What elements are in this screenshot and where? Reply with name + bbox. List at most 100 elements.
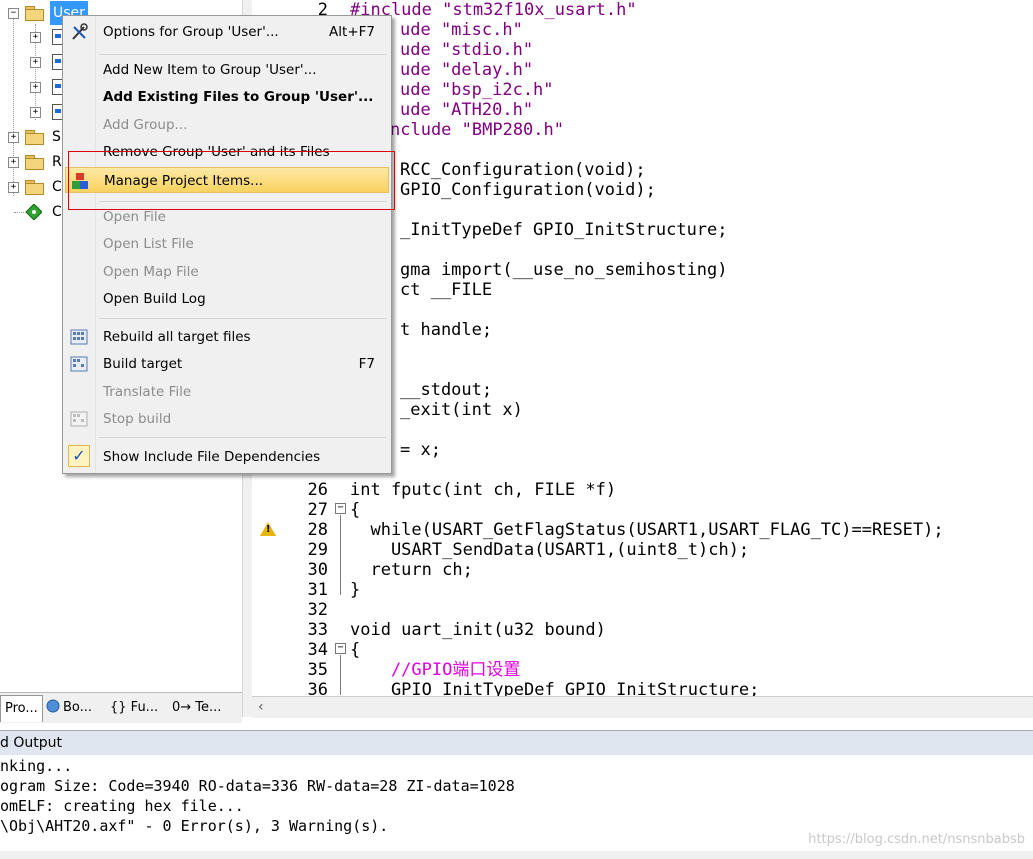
menu-item-build-target[interactable]: Build target F7 [65, 351, 389, 377]
tab-templates[interactable]: 0→ Te... [172, 695, 221, 721]
line-code: #include "stm32f10x_usart.h" [350, 0, 637, 20]
line-code: _InitTypeDef GPIO_InitStructure; [400, 220, 728, 240]
rebuild-icon [70, 329, 88, 345]
menu-item-translate-file[interactable]: Translate File [65, 379, 389, 405]
line-code: USART_SendData(USART1,(uint8_t)ch); [350, 540, 750, 560]
tree-item-label: C [52, 204, 62, 220]
folder-icon [25, 6, 44, 21]
output-line: \Obj\AHT20.axf" - 0 Error(s), 3 Warning(… [0, 817, 389, 835]
line-code: ude "ATH20.h" [400, 100, 534, 120]
code-line: 34 { [252, 640, 1033, 660]
tab-books[interactable]: Bo... [46, 695, 92, 721]
code-line: 35 //GPIO端口设置 [252, 660, 1033, 680]
code-line: 29 USART_SendData(USART1,(uint8_t)ch); [252, 540, 1033, 560]
tab-project[interactable]: Pro... [0, 695, 43, 722]
line-code: { [350, 500, 361, 520]
build-output-header: d Output [0, 730, 1033, 756]
line-number: 30 [307, 560, 328, 580]
menu-item-label: Open List File [103, 236, 194, 252]
menu-item-label: Translate File [103, 384, 192, 400]
line-code: GPIO_Configuration(void); [400, 180, 656, 200]
line-code: ude "delay.h" [400, 60, 534, 80]
output-line: omELF: creating hex file... [0, 797, 244, 815]
expand-icon[interactable]: + [8, 132, 19, 143]
status-bar [0, 851, 1033, 859]
line-code: //GPIO端口设置 [350, 660, 521, 680]
project-tabs: Pro... Bo... {} Fu... 0→ Te... [0, 692, 242, 723]
menu-item-label: Add Existing Files to Group 'User'... [103, 89, 374, 105]
line-number: 28 [307, 520, 328, 540]
menu-separator [99, 437, 387, 438]
menu-item-label: Rebuild all target files [103, 329, 251, 345]
menu-item-label: Add New Item to Group 'User'... [103, 62, 317, 78]
expand-icon[interactable]: + [8, 157, 19, 168]
build-icon [70, 356, 88, 372]
watermark: https://blog.csdn.net/nsnsnbabsb [808, 832, 1025, 847]
line-number: 27 [307, 500, 328, 520]
code-line: 36 GPIO_InitTypeDef GPIO_InitStructure; [252, 680, 1033, 696]
expand-icon[interactable]: + [30, 82, 41, 93]
menu-item-label: Open Map File [103, 264, 199, 280]
scroll-left-icon[interactable]: ‹ [258, 699, 264, 715]
line-code: while(USART_GetFlagStatus(USART1,USART_F… [350, 520, 944, 540]
line-number: 35 [307, 660, 328, 680]
menu-item-label: Stop build [103, 411, 172, 427]
line-code: ude "bsp_i2c.h" [400, 80, 554, 100]
menu-item-add-new-item[interactable]: Add New Item to Group 'User'... [65, 57, 389, 83]
folder-icon [25, 130, 44, 145]
line-code: nclude "BMP280.h" [390, 120, 564, 140]
menu-item-options-for-group[interactable]: Options for Group 'User'... Alt+F7 [65, 19, 389, 45]
menu-separator [99, 54, 387, 55]
expand-icon[interactable]: + [8, 182, 19, 193]
stop-build-icon [70, 411, 88, 427]
line-code: ude "misc.h" [400, 20, 523, 40]
line-code: int fputc(int ch, FILE *f) [350, 480, 617, 500]
output-line: ogram Size: Code=3940 RO-data=336 RW-dat… [0, 777, 515, 795]
check-icon: ✓ [68, 445, 90, 467]
line-number: 34 [307, 640, 328, 660]
code-line: 33 void uart_init(u32 bound) [252, 620, 1033, 640]
line-code: __stdout; [400, 380, 493, 400]
options-icon [72, 23, 88, 40]
line-code: t handle; [400, 320, 493, 340]
code-line: 30 return ch; [252, 560, 1033, 580]
tab-functions[interactable]: {} Fu... [110, 695, 158, 721]
menu-item-stop-build[interactable]: Stop build [65, 406, 389, 432]
editor-horizontal-scrollbar[interactable]: ‹ [252, 696, 1033, 718]
menu-item-open-build-log[interactable]: Open Build Log [65, 286, 389, 312]
menu-item-open-map-file[interactable]: Open Map File [65, 259, 389, 285]
expand-icon[interactable]: + [30, 32, 41, 43]
folder-icon [25, 180, 44, 195]
code-line: 32 [252, 600, 1033, 620]
books-icon [46, 699, 60, 713]
line-code: gma import(__use_no_semihosting) [400, 260, 728, 280]
line-number: 29 [307, 540, 328, 560]
tab-label: Pro... [5, 701, 38, 716]
component-icon [26, 204, 42, 220]
menu-item-rebuild-all[interactable]: Rebuild all target files [65, 324, 389, 350]
line-number: 26 [307, 480, 328, 500]
menu-item-label: Show Include File Dependencies [103, 449, 321, 465]
expand-icon[interactable]: + [30, 107, 41, 118]
menu-item-label: Build target [103, 356, 183, 372]
expand-icon[interactable]: + [30, 57, 41, 68]
menu-item-open-list-file[interactable]: Open List File [65, 231, 389, 257]
line-code: ude "stdio.h" [400, 40, 534, 60]
tab-label: Bo... [63, 700, 93, 715]
context-menu: Options for Group 'User'... Alt+F7 Add N… [62, 15, 392, 474]
panel-title: d Output [0, 735, 62, 751]
line-code: _exit(int x) [400, 400, 523, 420]
code-line: 31} [252, 580, 1033, 600]
menu-item-add-group[interactable]: Add Group... [65, 112, 389, 138]
line-code: = x; [400, 440, 441, 460]
code-line: 26 int fputc(int ch, FILE *f) [252, 480, 1033, 500]
menu-separator [99, 318, 387, 319]
collapse-icon[interactable]: − [8, 8, 19, 19]
line-code: { [350, 640, 361, 660]
line-number: 33 [307, 620, 328, 640]
tree-item-label: C [52, 179, 62, 195]
tab-label: {} Fu... [110, 700, 159, 715]
menu-item-add-existing-files[interactable]: Add Existing Files to Group 'User'... [65, 84, 389, 110]
line-code: } [350, 580, 361, 600]
menu-item-show-include-dependencies[interactable]: ✓ Show Include File Dependencies [65, 444, 389, 470]
